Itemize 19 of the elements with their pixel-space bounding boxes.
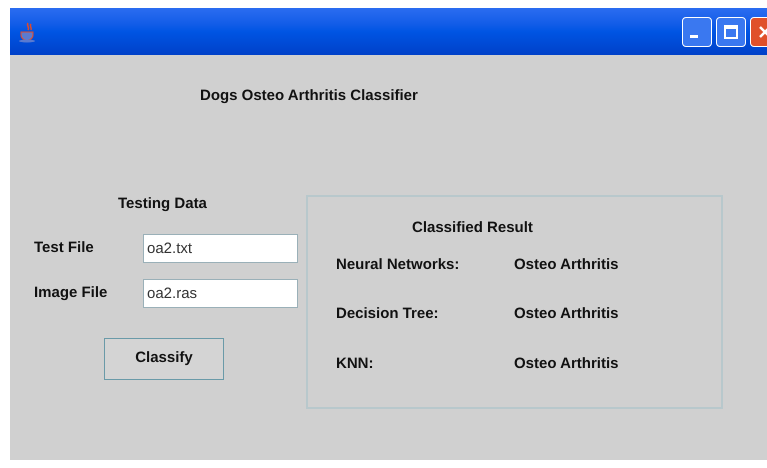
- result-value: Osteo Arthritis: [514, 354, 618, 374]
- classifier-label: KNN:: [336, 354, 374, 374]
- file-input[interactable]: oa2.txt: [143, 234, 298, 262]
- classifier-label: Decision Tree:: [336, 304, 440, 324]
- file-input[interactable]: oa2.ras: [143, 278, 298, 308]
- maximize-button[interactable]: [716, 16, 746, 46]
- field-label: Image File: [34, 282, 108, 303]
- classifier-label: Neural Networks:: [336, 254, 460, 274]
- section-title: Classified Result: [412, 218, 534, 238]
- field-label: Test File: [34, 238, 95, 258]
- result-value: Osteo Arthritis: [514, 254, 618, 274]
- coffee-cup-icon: [18, 20, 38, 42]
- app-heading: Dogs Osteo Arthritis Classifier: [200, 86, 418, 106]
- minimize-button[interactable]: [682, 16, 712, 46]
- maximize-icon: [723, 24, 739, 40]
- minimize-icon: [690, 35, 698, 38]
- classify-button[interactable]: Classify: [104, 338, 224, 380]
- section-title: Testing Data: [118, 194, 208, 214]
- result-value: Osteo Arthritis: [514, 304, 618, 324]
